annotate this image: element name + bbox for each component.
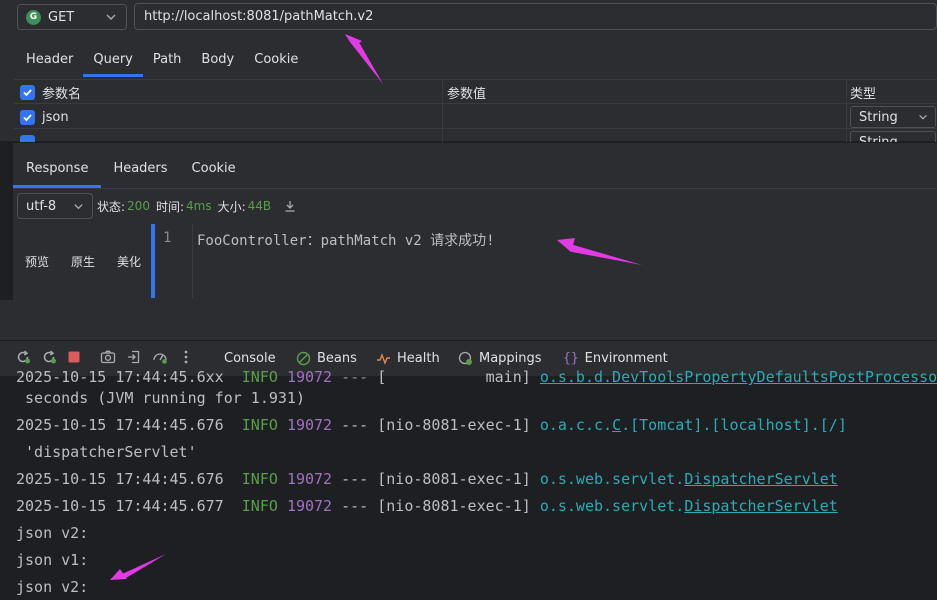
annotation-arrows — [110, 34, 642, 580]
